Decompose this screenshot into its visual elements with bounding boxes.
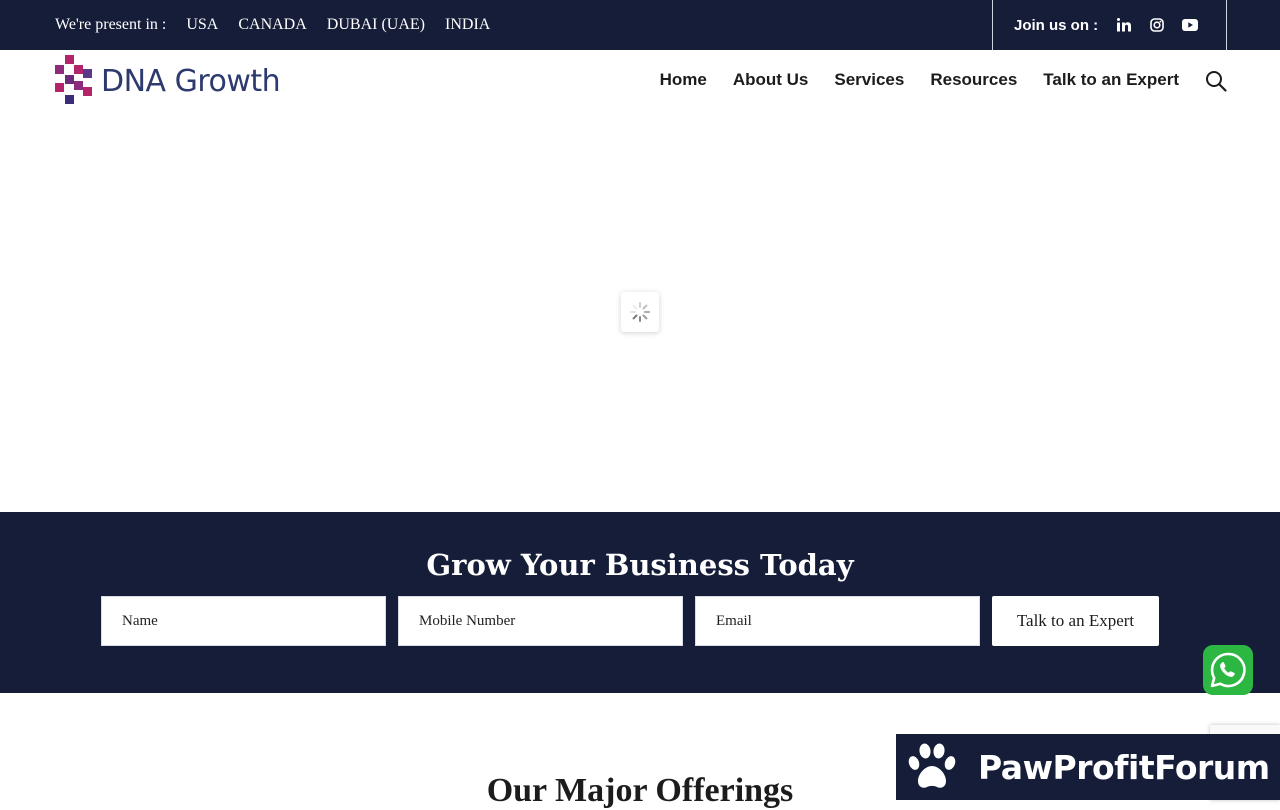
whatsapp-icon [1210,652,1246,688]
social-links [1116,17,1199,33]
grow-business-section: Grow Your Business Today Talk to an Expe… [0,512,1280,693]
nav-talk-to-an-expert[interactable]: Talk to an Expert [1043,70,1179,90]
youtube-icon[interactable] [1182,17,1199,33]
country-canada-link[interactable]: CANADA [238,16,306,34]
main-nav: Home About Us Services Resources Talk to… [660,64,1179,96]
nav-about-us[interactable]: About Us [733,70,809,90]
grow-title: Grow Your Business Today [426,548,854,582]
loading-spinner [621,292,659,332]
join-label: Join us on : [1014,16,1099,34]
instagram-icon[interactable] [1149,17,1165,33]
top-bar: We're present in : USA CANADA DUBAI (UAE… [0,0,1280,50]
name-input[interactable] [101,596,386,646]
paw-icon [908,743,956,788]
country-usa-link[interactable]: USA [186,16,218,34]
logo-mark-icon [55,55,92,104]
country-india-link[interactable]: INDIA [445,16,490,34]
present-label: We're present in : [55,16,167,33]
nav-home[interactable]: Home [660,70,707,90]
watermark-text: PawProfitForum [978,747,1270,787]
country-dubai-link[interactable]: DUBAI (UAE) [327,16,425,34]
spinner-icon [630,302,650,322]
join-us-box: Join us on : [992,0,1227,50]
dna-growth-logo[interactable]: DNA Growth [55,55,281,107]
whatsapp-chat-button[interactable] [1203,645,1253,695]
talk-to-expert-button[interactable]: Talk to an Expert [992,596,1159,646]
nav-resources[interactable]: Resources [930,70,1017,90]
pawprofitforum-watermark: PawProfitForum [896,734,1280,800]
presence-list: We're present in : USA CANADA DUBAI (UAE… [55,0,510,50]
email-input[interactable] [695,596,980,646]
nav-services[interactable]: Services [834,70,904,90]
search-icon[interactable] [1205,70,1227,92]
linkedin-icon[interactable] [1116,17,1132,33]
mobile-number-input[interactable] [398,596,683,646]
logo-text: DNA Growth [101,63,281,99]
